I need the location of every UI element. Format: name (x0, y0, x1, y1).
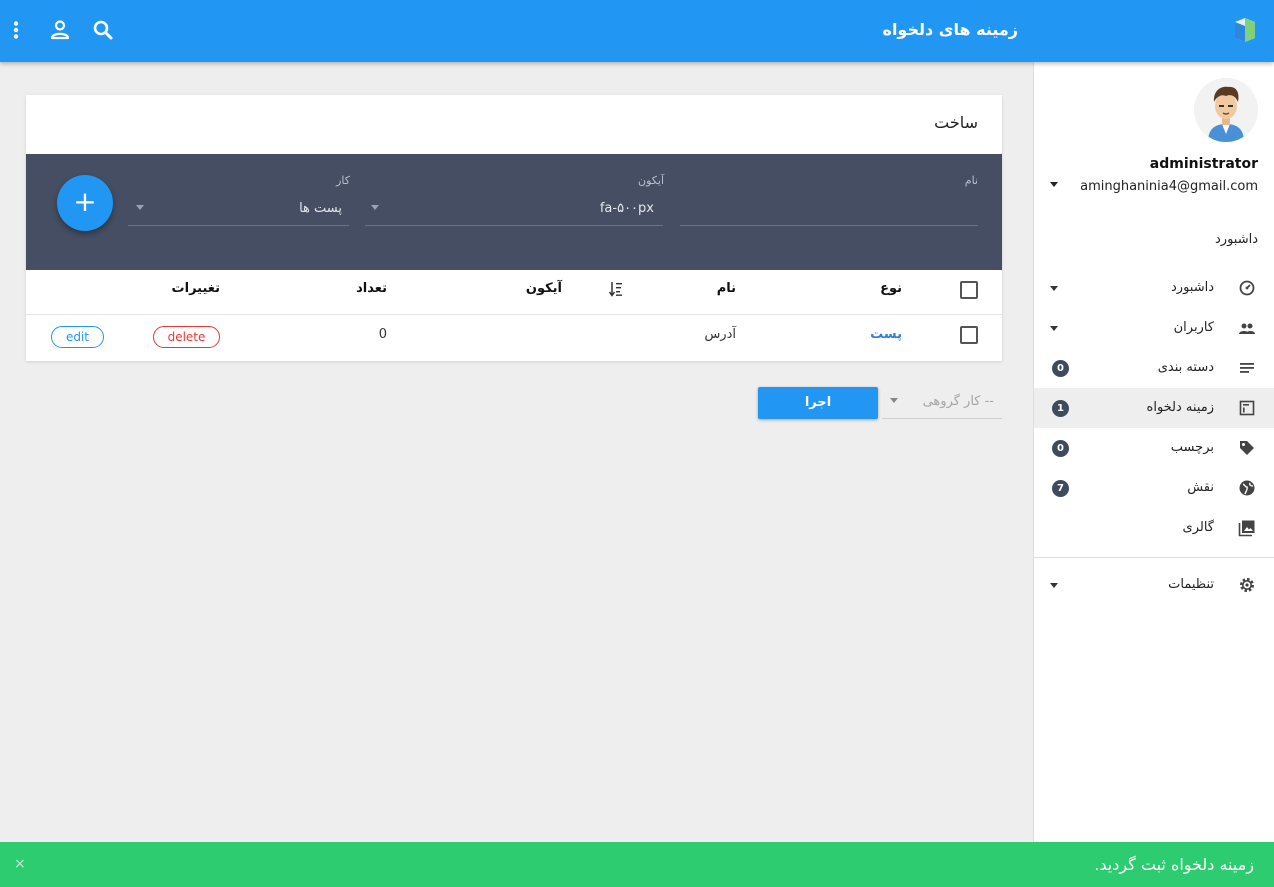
sidebar-item-label: برچسب (1170, 440, 1214, 455)
sidebar-item-users[interactable]: کاربران (1034, 308, 1274, 348)
chevron-down-icon (1050, 583, 1058, 588)
user-name: administrator (1149, 156, 1258, 172)
row-count: 0 (378, 327, 387, 342)
add-button[interactable]: + (57, 175, 113, 231)
gallery-icon (1238, 520, 1255, 537)
table-divider (26, 314, 1002, 315)
sidebar-section-title: داشبورد (1215, 232, 1258, 247)
sidebar-divider (1034, 557, 1274, 558)
sidebar-item-label: تنظیمات (1168, 577, 1214, 592)
chevron-down-icon (890, 398, 898, 403)
name-input-underline (680, 225, 978, 226)
page-title: زمینه های دلخواه (882, 20, 1019, 39)
snackbar-message: زمینه دلخواه ثبت گردید. (1094, 855, 1254, 874)
account-icon[interactable] (47, 17, 73, 43)
custom-field-icon (1239, 400, 1255, 416)
sidebar-item-gallery[interactable]: گالری (1034, 508, 1274, 548)
sidebar-item-label: گالری (1182, 520, 1214, 535)
select-all-checkbox[interactable] (960, 281, 978, 299)
create-form: نام آیکون fa-۵۰۰px کار پست ها + (26, 154, 1002, 270)
name-field-label: نام (964, 174, 978, 187)
count-badge: 0 (1052, 440, 1069, 457)
icon-field-label: آیکون (638, 174, 664, 187)
sort-icon[interactable] (609, 281, 623, 297)
user-email: aminghaninia4@gmail.com (1080, 179, 1258, 194)
run-button[interactable]: اجرا (758, 387, 878, 419)
count-badge: 0 (1052, 360, 1069, 377)
more-vert-icon[interactable] (3, 17, 29, 43)
column-header-type[interactable]: نوع (880, 281, 902, 296)
delete-button[interactable]: delete (153, 326, 220, 348)
row-type-link[interactable]: پست (870, 327, 902, 342)
sidebar-item-label: داشبورد (1171, 280, 1214, 295)
column-header-name[interactable]: نام (717, 281, 736, 296)
sidebar-item-label: دسته بندی (1157, 360, 1214, 375)
sidebar-item-dashboard[interactable]: داشبورد (1034, 268, 1274, 308)
icon-select[interactable]: fa-۵۰۰px (600, 201, 654, 216)
sidebar-item-settings[interactable]: تنظیمات (1034, 565, 1274, 605)
close-icon[interactable]: × (14, 842, 26, 887)
sidebar-item-tags[interactable]: برچسب 0 (1034, 428, 1274, 468)
users-icon (1239, 323, 1255, 334)
count-badge: 7 (1052, 480, 1069, 497)
chevron-down-icon (136, 205, 144, 210)
row-name: آدرس (704, 327, 736, 342)
chevron-down-icon (1050, 326, 1058, 331)
task-field-label: کار (336, 174, 350, 187)
top-app-bar: زمینه های دلخواه (0, 0, 1274, 62)
avatar-illustration-icon (1194, 78, 1258, 142)
list-icon (1240, 363, 1254, 373)
sidebar-item-label: زمینه دلخواه (1146, 400, 1214, 415)
column-header-changes: تغییرات (171, 281, 220, 296)
sidebar-item-label: نقش (1187, 480, 1214, 495)
speedometer-icon (1239, 280, 1255, 296)
card-title: ساخت (934, 113, 978, 132)
bulk-action-select[interactable]: -- کار گروهی (882, 387, 1002, 419)
sidebar-item-roles[interactable]: نقش 7 (1034, 468, 1274, 508)
avatar[interactable] (1194, 78, 1258, 142)
bulk-action-placeholder: -- کار گروهی (922, 394, 994, 409)
task-select[interactable]: پست ها (299, 201, 342, 216)
globe-icon (1239, 480, 1255, 496)
search-icon[interactable] (90, 17, 116, 43)
tag-icon (1240, 441, 1254, 455)
gear-icon (1240, 578, 1254, 592)
column-header-icon[interactable]: آیکون (526, 281, 562, 296)
chevron-down-icon (1050, 286, 1058, 291)
edit-button[interactable]: edit (51, 326, 104, 348)
sidebar: administrator aminghaninia4@gmail.com دا… (1033, 62, 1274, 842)
sidebar-item-categories[interactable]: دسته بندی 0 (1034, 348, 1274, 388)
column-header-count[interactable]: تعداد (356, 281, 387, 296)
count-badge: 1 (1052, 400, 1069, 417)
row-checkbox[interactable] (960, 326, 978, 344)
sidebar-item-custom-fields[interactable]: زمینه دلخواه 1 (1034, 388, 1274, 428)
custom-fields-card: ساخت نام آیکون fa-۵۰۰px کار پست ها + نوع… (26, 95, 1002, 361)
chevron-down-icon (371, 205, 379, 210)
sidebar-item-label: کاربران (1173, 320, 1214, 335)
name-input[interactable] (682, 201, 978, 221)
user-menu-caret-icon[interactable] (1050, 182, 1058, 187)
task-select-underline (128, 225, 349, 226)
icon-select-underline (365, 225, 663, 226)
app-logo-icon[interactable] (1232, 17, 1258, 43)
success-snackbar: زمینه دلخواه ثبت گردید. × (0, 842, 1274, 887)
